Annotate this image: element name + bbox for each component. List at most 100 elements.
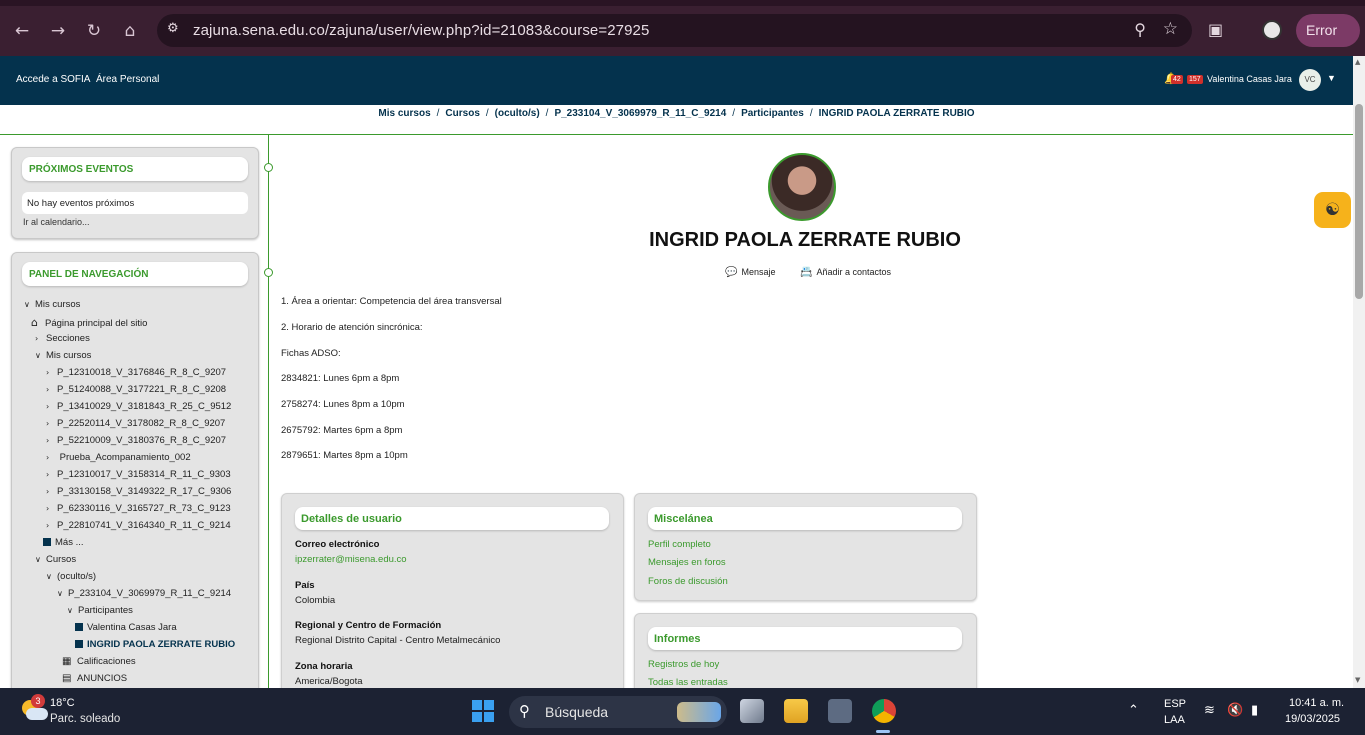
square-icon [43,538,51,546]
nav-item-secciones[interactable]: › Secciones [35,333,90,344]
nav-item-course[interactable]: › P_22810741_V_3164340_R_11_C_9214 [46,520,231,531]
full-profile-link[interactable]: Perfil completo [648,539,711,550]
active-app-indicator [876,730,890,733]
description-line: 2. Horario de atención sincrónica: [281,322,423,333]
user-avatar[interactable]: VC [1299,69,1321,91]
messages-count-badge[interactable]: 157 [1187,75,1203,84]
clock-date[interactable]: 19/03/2025 [1285,713,1340,725]
nav-item-anuncios[interactable]: ▤ ANUNCIOS [62,673,127,684]
description-line: 1. Área a orientar: Competencia del área… [281,296,502,307]
profile-avatar[interactable] [1262,20,1282,40]
site-info-icon[interactable]: ⚙ [167,21,179,36]
back-icon[interactable]: ← [11,20,33,42]
user-name[interactable]: Valentina Casas Jara [1207,74,1292,84]
nav-link-sofia[interactable]: Accede a SOFIA [16,74,90,85]
task-view-icon[interactable] [740,699,764,723]
nav-item-course[interactable]: › P_22520114_V_3178082_R_8_C_9207 [46,418,225,429]
handshake-icon[interactable]: ☯ [1314,192,1351,228]
extensions-icon[interactable]: ▣ [1208,20,1223,39]
nav-item-hidden[interactable]: ∨ (oculto/s) [46,571,96,582]
description-line: Fichas ADSO: [281,348,341,359]
nav-item-cursos[interactable]: ∨ Cursos [35,554,76,565]
zoom-icon[interactable]: ⚲ [1134,20,1146,39]
nav-item-course[interactable]: › P_51240088_V_3177221_R_8_C_9208 [46,384,226,395]
weather-condition[interactable]: Parc. soleado [50,713,120,725]
input-language[interactable]: ESP [1164,698,1186,710]
url-text[interactable]: zajuna.sena.edu.co/zajuna/user/view.php?… [193,22,649,39]
breadcrumb: Mis cursos / Cursos / (oculto/s) / P_233104_V_… [0,105,1353,135]
chevron-down-icon: ∨ [24,300,30,309]
wifi-icon[interactable]: ≋ [1204,703,1215,718]
calendar-link[interactable]: Ir al calendario... [23,217,90,227]
field-label: Correo electrónico [295,539,380,550]
chevron-right-icon: › [46,436,50,445]
nav-item-calificaciones[interactable]: ▦ Calificaciones [62,656,136,667]
reload-icon[interactable]: ↻ [83,20,105,42]
breadcrumb-item[interactable]: Participantes [741,108,804,119]
field-label: Regional y Centro de Formación [295,620,442,631]
nav-item-mis-cursos[interactable]: ∨ Mis cursos [24,299,80,310]
scroll-up-icon[interactable]: ▲ [1355,58,1360,66]
add-contact-button[interactable]: 📇 Añadir a contactos [800,267,891,278]
forum-discussions-link[interactable]: Foros de discusión [648,576,728,587]
temperature[interactable]: 18°C [50,697,75,709]
card-title: Informes [648,627,962,650]
nav-item-participant-active[interactable]: INGRID PAOLA ZERRATE RUBIO [75,639,235,650]
forward-icon[interactable]: → [47,20,69,42]
breadcrumb-item[interactable]: (oculto/s) [495,108,540,119]
chevron-down-icon: ∨ [67,606,73,615]
search-placeholder[interactable]: Búsqueda [545,704,608,720]
nav-item-course[interactable]: › P_12310017_V_3158314_R_11_C_9303 [46,469,231,480]
email-link[interactable]: ipzerrater@misena.edu.co [295,554,407,565]
field-value: Regional Distrito Capital - Centro Metal… [295,635,501,646]
today-logs-link[interactable]: Registros de hoy [648,659,719,670]
file-explorer-icon[interactable] [784,699,808,723]
bookmark-star-icon[interactable]: ☆ [1163,19,1178,39]
nav-item-course[interactable]: › P_52210009_V_3180376_R_8_C_9207 [46,435,226,446]
nav-item-course[interactable]: › Prueba_Acompanamiento_002 [46,452,191,463]
forum-posts-link[interactable]: Mensajes en foros [648,557,726,568]
nav-item-mis-cursos-sub[interactable]: ∨ Mis cursos [35,350,91,361]
search-highlight-icon [677,702,721,722]
nav-item-more[interactable]: Más ... [43,537,84,548]
taskbar-search[interactable]: ⚲ Búsqueda [509,696,727,728]
breadcrumb-item[interactable]: Cursos [445,108,479,119]
windows-start-icon[interactable] [472,700,494,722]
nav-item-course[interactable]: › P_33130158_V_3149322_R_17_C_9306 [46,486,231,497]
no-events-text: No hay eventos próximos [22,192,248,214]
chrome-icon[interactable] [872,699,896,723]
nav-item-participantes[interactable]: ∨ Participantes [67,605,133,616]
clock-time[interactable]: 10:41 a. m. [1289,697,1344,709]
timeline-line [268,135,269,688]
keyboard-layout[interactable]: LAA [1164,714,1185,726]
message-icon: 💬 [725,267,738,278]
message-button[interactable]: 💬 Mensaje [725,267,775,278]
calculator-icon[interactable] [828,699,852,723]
scroll-down-icon[interactable]: ▼ [1355,676,1360,684]
field-label: Zona horaria [295,661,353,672]
breadcrumb-item[interactable]: Mis cursos [378,108,430,119]
speaker-muted-icon[interactable]: 🔇 [1227,703,1243,718]
forum-icon: ▤ [62,673,72,684]
chevron-right-icon: › [46,402,50,411]
user-details-card: Detalles de usuario Correo electrónico i… [281,493,624,703]
chevron-up-icon[interactable]: ⌃ [1128,703,1139,718]
field-label: País [295,580,315,591]
address-bar[interactable]: ⚙ zajuna.sena.edu.co/zajuna/user/view.ph… [157,14,1192,47]
home-icon[interactable]: ⌂ [119,20,141,42]
error-button[interactable]: Error [1296,14,1360,47]
battery-icon[interactable]: ▮ [1251,703,1258,718]
nav-item-home[interactable]: ⌂ Página principal del sitio [31,316,147,329]
nav-item-course[interactable]: › P_13410029_V_3181843_R_25_C_9512 [46,401,231,412]
nav-item-current-course[interactable]: ∨ P_233104_V_3069979_R_11_C_9214 [57,588,231,599]
nav-item-participant[interactable]: Valentina Casas Jara [75,622,177,633]
breadcrumb-item[interactable]: P_233104_V_3069979_R_11_C_9214 [554,108,726,119]
nav-link-area-personal[interactable]: Área Personal [96,74,159,85]
nav-item-course[interactable]: › P_62330116_V_3165727_R_73_C_9123 [46,503,231,514]
chevron-down-icon[interactable]: ▼ [1327,73,1336,83]
page-scrollbar[interactable]: ▲ ▼ [1353,56,1365,688]
all-entries-link[interactable]: Todas las entradas [648,677,728,688]
scrollbar-thumb[interactable] [1355,104,1363,299]
nav-item-course[interactable]: › P_12310018_V_3176846_R_8_C_9207 [46,367,226,378]
windows-taskbar: 3 18°C Parc. soleado ⚲ Búsqueda ⌃ ESP LA… [0,688,1365,735]
